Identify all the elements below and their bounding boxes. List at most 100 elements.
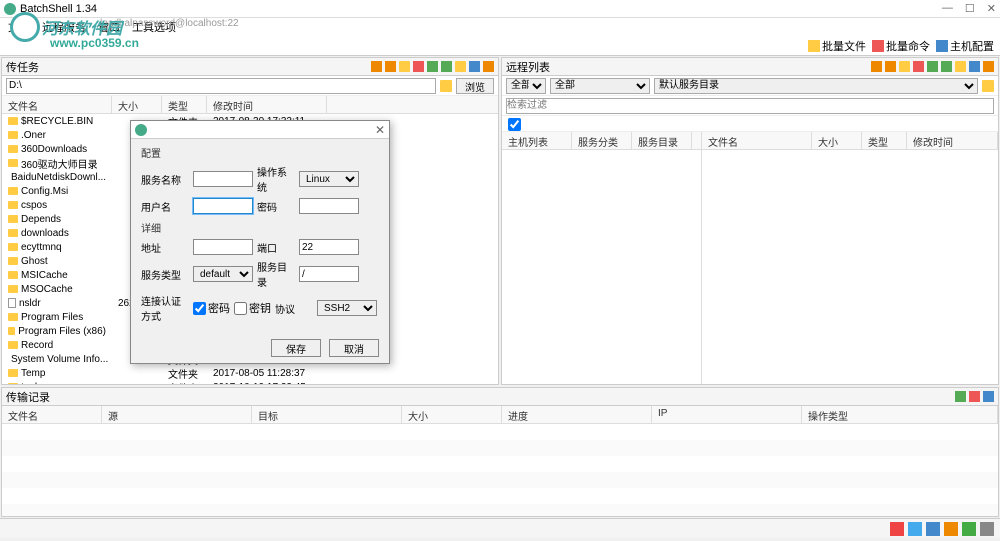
save-button[interactable]: 保存 [271,339,321,357]
maximize-button[interactable]: ☐ [965,2,975,15]
remote-panel-title: 远程列表 [506,59,550,75]
transfer-grid[interactable] [2,424,998,516]
folder-icon[interactable] [982,80,994,92]
os-select[interactable]: Linux [299,171,359,187]
host-grid[interactable] [502,150,701,384]
col-type[interactable]: 类型 [862,132,907,149]
folder-icon[interactable] [440,80,452,92]
host-config-icon [936,40,948,52]
svc-type-label: 服务类型 [141,267,189,282]
refresh-icon[interactable] [927,61,938,72]
dialog-icon [135,124,147,136]
status-icon-5[interactable] [962,522,976,536]
titlebar: BatchShell 1.34 — ☐ ✕ [0,0,1000,18]
top-toolbar: 批量文件 批量命令 主机配置 [0,36,1000,56]
address-input[interactable] [193,239,253,255]
col-ip[interactable]: IP [652,406,802,423]
default-dir-select[interactable]: 默认服务目录 [654,78,978,94]
close-button[interactable]: ✕ [987,2,996,15]
svc-dir-input[interactable] [299,266,359,282]
delete-icon[interactable] [413,61,424,72]
col-category[interactable]: 服务分类 [572,132,632,149]
service-name-label: 服务名称 [141,172,189,187]
minimize-button[interactable]: — [942,2,953,15]
col-host[interactable]: 主机列表 [502,132,572,149]
col-dst[interactable]: 目标 [252,406,402,423]
delete-icon[interactable] [913,61,924,72]
status-icon-3[interactable] [926,522,940,536]
new-icon[interactable] [941,61,952,72]
search-filter-input[interactable] [506,98,994,114]
sync-icon[interactable] [983,61,994,72]
col-date[interactable]: 修改时间 [207,96,327,113]
col-type[interactable]: 类型 [162,96,207,113]
view-icon[interactable] [969,61,980,72]
forward-icon[interactable] [885,61,896,72]
col-src[interactable]: 源 [102,406,252,423]
statusbar [0,518,1000,538]
table-row[interactable]: Temp文件夹2017-08-05 11:28:37 [2,366,498,380]
browse-button[interactable]: 浏览 [456,78,494,94]
col-op[interactable]: 操作类型 [802,406,998,423]
password-input[interactable] [299,198,359,214]
open-icon[interactable] [455,61,466,72]
open-icon[interactable] [955,61,966,72]
host-config-button[interactable]: 主机配置 [936,38,994,54]
remote-file-grid[interactable] [702,150,998,384]
filter-all-1[interactable]: 全部 [506,78,546,94]
table-row[interactable]: tools文件夹2017-10-19 17:23:45 [2,380,498,384]
col-size[interactable]: 大小 [112,96,162,113]
status-icon-2[interactable] [908,522,922,536]
batch-cmd-icon [872,40,884,52]
watermark-url: www.pc0359.cn [50,36,139,50]
svc-dir-label: 服务目录 [257,259,295,289]
os-label: 操作系统 [257,164,295,194]
col-progress[interactable]: 进度 [502,406,652,423]
local-grid-header: 文件名 大小 类型 修改时间 [2,96,498,114]
status-icon-1[interactable] [890,522,904,536]
batch-file-button[interactable]: 批量文件 [808,38,866,54]
col-name[interactable]: 文件名 [2,406,102,423]
service-name-input[interactable] [193,171,253,187]
auth-key-checkbox[interactable] [234,302,247,315]
col-dir[interactable]: 服务目录 [632,132,692,149]
back-icon[interactable] [371,61,382,72]
proto-label: 协议 [275,301,313,316]
batch-cmd-button[interactable]: 批量命令 [872,38,930,54]
clear-icon[interactable] [983,391,994,402]
transfer-panel: 传输记录 文件名 源 目标 大小 进度 IP 操作类型 [1,387,999,517]
col-size[interactable]: 大小 [812,132,862,149]
forward-icon[interactable] [385,61,396,72]
select-all-checkbox[interactable] [508,118,521,131]
status-icon-6[interactable] [980,522,994,536]
user-input[interactable] [193,198,253,214]
filter-all-2[interactable]: 全部 [550,78,650,94]
local-path-input[interactable] [6,78,436,94]
sync-icon[interactable] [483,61,494,72]
auth-pwd-checkbox[interactable] [193,302,206,315]
status-icon-4[interactable] [944,522,958,536]
refresh-icon[interactable] [427,61,438,72]
svc-type-select[interactable]: default [193,266,253,282]
transfer-title: 传输记录 [6,389,50,405]
up-icon[interactable] [899,61,910,72]
user-label: 用户名 [141,199,189,214]
up-icon[interactable] [399,61,410,72]
start-icon[interactable] [955,391,966,402]
address-label: 地址 [141,240,189,255]
port-input[interactable] [299,239,359,255]
dialog-close-button[interactable]: ✕ [375,123,385,137]
cancel-button[interactable]: 取消 [329,339,379,357]
new-icon[interactable] [441,61,452,72]
col-date[interactable]: 修改时间 [907,132,998,149]
col-name[interactable]: 文件名 [2,96,112,113]
proto-select[interactable]: SSH2 [317,300,377,316]
col-name[interactable]: 文件名 [702,132,812,149]
col-size[interactable]: 大小 [402,406,502,423]
back-icon[interactable] [871,61,882,72]
auth-label: 连接认证方式 [141,293,189,323]
remote-panel: 远程列表 全部 全部 默认服务目录 [501,57,999,385]
port-label: 端口 [257,240,295,255]
stop-icon[interactable] [969,391,980,402]
view-icon[interactable] [469,61,480,72]
